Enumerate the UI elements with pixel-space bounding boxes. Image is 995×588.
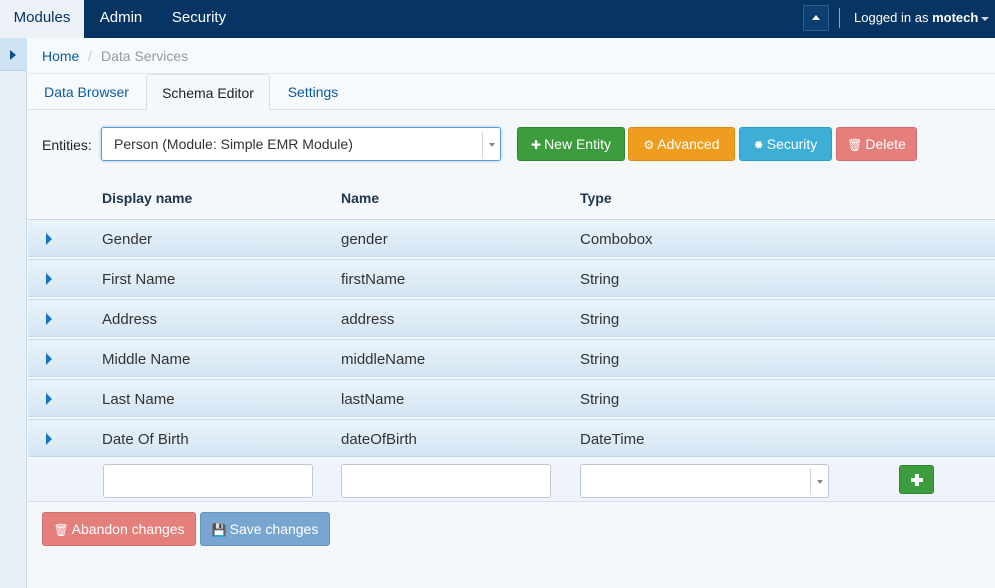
field-type: Combobox xyxy=(580,231,653,248)
chevron-down-icon xyxy=(489,143,495,147)
new-field-display-name-input[interactable] xyxy=(103,464,313,498)
breadcrumb-current: Data Services xyxy=(101,48,189,64)
chevron-down-icon xyxy=(817,480,823,484)
caret-right-icon[interactable] xyxy=(46,273,52,285)
save-changes-label: Save changes xyxy=(229,521,319,537)
advanced-button[interactable]: ⚙ Advanced xyxy=(628,127,735,161)
tab-bar: Data Browser Schema Editor Settings xyxy=(28,74,995,111)
gear-icon: ✹ xyxy=(753,138,764,152)
column-header-name: Name xyxy=(341,190,380,206)
delete-label: Delete xyxy=(865,136,906,152)
caret-right-icon[interactable] xyxy=(46,353,52,365)
security-label: Security xyxy=(766,136,818,152)
field-type: String xyxy=(580,391,620,408)
breadcrumb: Home / Data Services xyxy=(28,38,995,74)
sidebar-toggle-button[interactable] xyxy=(0,38,27,71)
save-changes-button[interactable]: 💾 Save changes xyxy=(200,512,330,546)
top-navbar: Modules Admin Security Logged in as mote… xyxy=(0,0,995,38)
field-name: firstName xyxy=(341,271,406,288)
field-display-name: Last Name xyxy=(102,391,175,408)
field-type: DateTime xyxy=(580,431,645,448)
caret-right-icon[interactable] xyxy=(46,433,52,445)
field-type: String xyxy=(580,311,620,328)
cogs-icon: ⚙ xyxy=(643,138,655,152)
breadcrumb-home-link[interactable]: Home xyxy=(42,48,79,64)
trash-icon: 🗑 xyxy=(847,138,863,152)
table-row[interactable]: Last Name lastName String xyxy=(28,379,995,417)
new-field-type-select[interactable] xyxy=(580,464,829,498)
add-field-button[interactable] xyxy=(899,465,934,494)
tab-data-browser[interactable]: Data Browser xyxy=(28,74,145,110)
breadcrumb-separator: / xyxy=(88,48,92,64)
caret-right-icon xyxy=(10,50,16,60)
abandon-changes-button[interactable]: 🗑 Abandon changes xyxy=(42,512,196,546)
field-name: gender xyxy=(341,231,388,248)
table-row[interactable]: Gender gender Combobox xyxy=(28,219,995,257)
abandon-changes-label: Abandon changes xyxy=(71,521,185,537)
table-row[interactable]: First Name firstName String xyxy=(28,259,995,297)
user-menu[interactable]: Logged in as motech xyxy=(854,0,990,38)
field-name: dateOfBirth xyxy=(341,431,417,448)
advanced-label: Advanced xyxy=(657,136,720,152)
new-field-row xyxy=(28,459,995,502)
new-entity-label: New Entity xyxy=(544,136,611,152)
nav-modules[interactable]: Modules xyxy=(0,0,84,38)
entity-select-value: Person (Module: Simple EMR Module) xyxy=(114,136,353,152)
tab-settings[interactable]: Settings xyxy=(278,74,348,110)
table-row[interactable]: Date Of Birth dateOfBirth DateTime xyxy=(28,419,995,457)
main-content: Home / Data Services Data Browser Schema… xyxy=(28,38,995,588)
floppy-disk-icon: 💾 xyxy=(211,523,227,537)
left-sidebar xyxy=(0,38,27,588)
caret-right-icon[interactable] xyxy=(46,233,52,245)
plus-icon: ✚ xyxy=(531,138,542,152)
security-button[interactable]: ✹ Security xyxy=(739,127,832,161)
field-display-name: Gender xyxy=(102,231,153,248)
chevron-down-icon xyxy=(981,16,990,21)
username: motech xyxy=(932,10,979,25)
collapse-header-button[interactable] xyxy=(803,5,829,31)
caret-up-icon xyxy=(812,15,820,20)
field-type: String xyxy=(580,351,620,368)
field-name: address xyxy=(341,311,395,328)
trash-icon: 🗑 xyxy=(53,523,69,537)
table-row[interactable]: Address address String xyxy=(28,299,995,337)
field-type: String xyxy=(580,271,620,288)
tab-schema-editor[interactable]: Schema Editor xyxy=(146,74,270,111)
table-row[interactable]: Middle Name middleName String xyxy=(28,339,995,377)
caret-right-icon[interactable] xyxy=(46,313,52,325)
entity-select[interactable]: Person (Module: Simple EMR Module) xyxy=(101,127,501,161)
nav-security[interactable]: Security xyxy=(160,0,238,38)
field-display-name: First Name xyxy=(102,271,176,288)
column-header-display-name: Display name xyxy=(102,190,193,206)
field-display-name: Date Of Birth xyxy=(102,431,189,448)
select-divider xyxy=(482,132,483,158)
field-name: middleName xyxy=(341,351,426,368)
select-divider xyxy=(810,468,811,494)
delete-button[interactable]: 🗑 Delete xyxy=(836,127,917,161)
nav-admin[interactable]: Admin xyxy=(86,0,156,38)
new-field-name-input[interactable] xyxy=(341,464,551,498)
caret-right-icon[interactable] xyxy=(46,393,52,405)
nav-divider xyxy=(839,8,840,28)
field-name: lastName xyxy=(341,391,405,408)
new-entity-button[interactable]: ✚ New Entity xyxy=(517,127,625,161)
column-header-type: Type xyxy=(580,190,612,206)
logged-in-label: Logged in as xyxy=(854,10,929,25)
field-display-name: Address xyxy=(102,311,158,328)
entities-label: Entities: xyxy=(42,137,92,153)
field-display-name: Middle Name xyxy=(102,351,191,368)
